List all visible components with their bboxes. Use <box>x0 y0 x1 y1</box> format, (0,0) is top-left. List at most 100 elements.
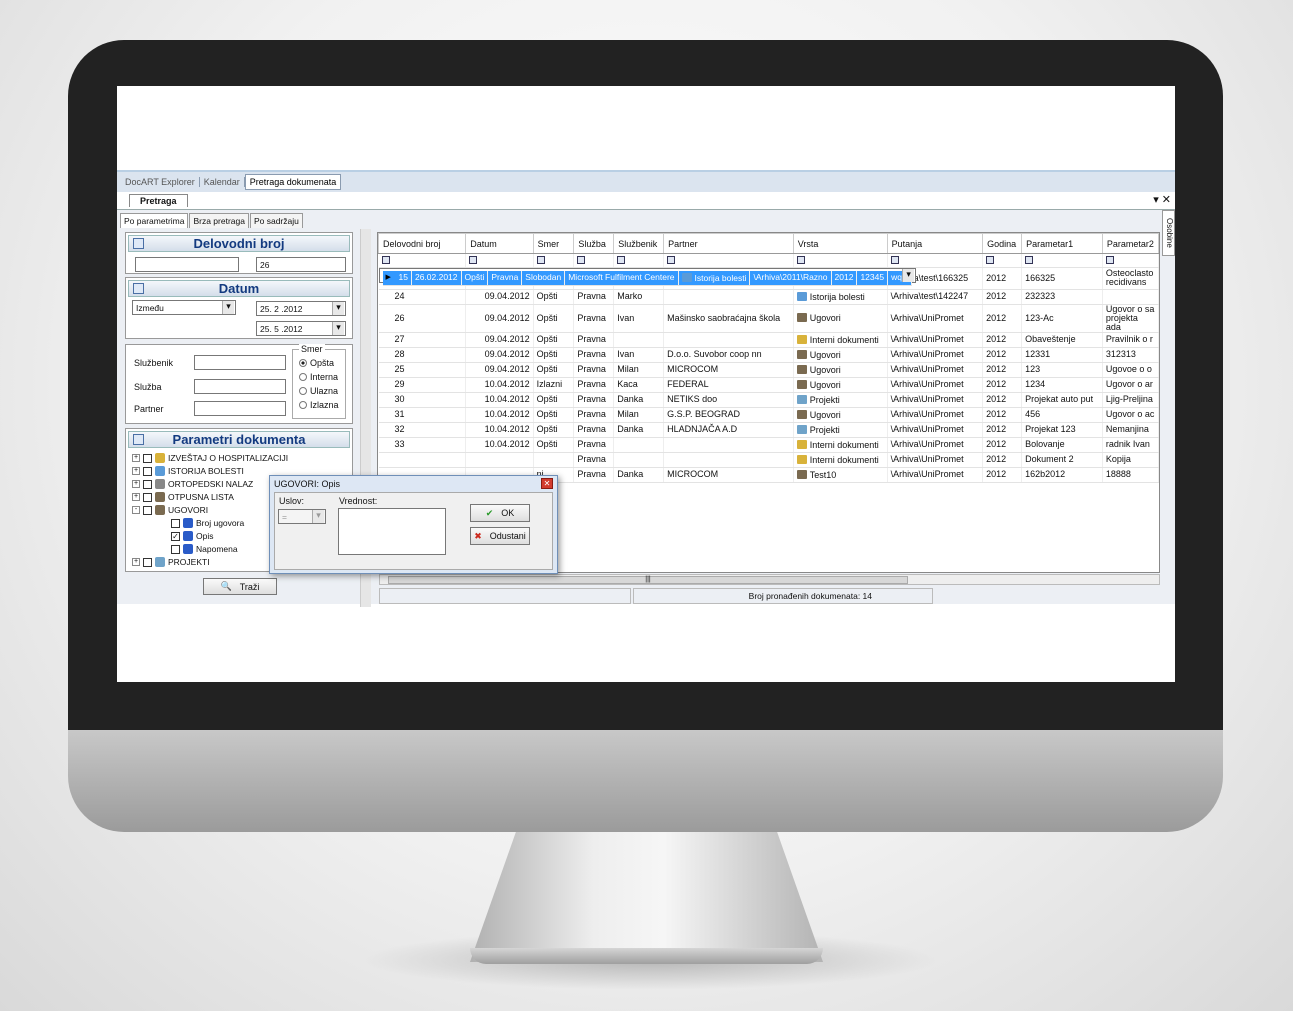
tree-item[interactable]: ✓ Opis <box>160 531 213 541</box>
expand-icon[interactable]: + <box>132 454 140 462</box>
tab-po-sadrzaju[interactable]: Po sadržaju <box>249 213 303 228</box>
tree-item[interactable]: Napomena <box>160 544 238 554</box>
table-row[interactable]: 33 10.04.2012 Opšti Pravna Interni dokumenti… <box>378 437 1159 453</box>
cancel-button[interactable]: ✖ Odustani <box>470 527 530 545</box>
datum-box: Datum Između 25. 2 .2012 25. 5 .2012 <box>125 277 353 339</box>
tree-checkbox[interactable]: ✓ <box>171 531 180 541</box>
pane-close-icon[interactable]: ✕ <box>1162 194 1171 206</box>
filter-icon[interactable] <box>536 255 545 264</box>
partner-input[interactable] <box>194 401 286 416</box>
column-header[interactable]: Parametar2 <box>1101 233 1159 254</box>
document-icon <box>133 238 144 249</box>
tab-pretraga[interactable]: Pretraga <box>129 194 188 207</box>
column-header[interactable]: Datum <box>465 233 534 254</box>
filter-icon[interactable] <box>796 255 805 264</box>
tree-item[interactable]: + IZVEŠTAJ O HOSPITALIZACIJI <box>132 453 288 463</box>
table-row[interactable]: 28 09.04.2012 Opšti Pravna Ivan D.o.o. Suvobo… <box>378 347 1159 363</box>
tree-checkbox[interactable] <box>143 492 152 502</box>
filter-icon[interactable] <box>667 255 676 264</box>
trazi-button[interactable]: 🔍 Traži <box>203 578 277 595</box>
tree-item[interactable]: - UGOVORI <box>132 505 208 515</box>
tab-po-parametrima[interactable]: Po parametrima <box>120 213 189 228</box>
grid-horizontal-scrollbar[interactable]: ||| <box>379 574 1160 585</box>
column-header[interactable]: Službenik <box>613 233 665 254</box>
tree-item[interactable]: Broj ugovora <box>160 518 244 528</box>
collapse-icon[interactable]: - <box>132 506 140 514</box>
tree-checkbox[interactable] <box>143 505 152 515</box>
table-cell: Istorija bolesti <box>793 289 888 305</box>
table-cell: Opšti <box>533 437 575 453</box>
expand-icon[interactable]: + <box>132 480 140 488</box>
expand-icon[interactable]: + <box>132 467 140 475</box>
filter-icon[interactable] <box>617 255 626 264</box>
filter-icon[interactable] <box>1025 255 1034 264</box>
close-icon[interactable]: ✕ <box>541 478 553 489</box>
tree-checkbox[interactable] <box>171 518 180 528</box>
table-cell: Pravna <box>573 437 615 453</box>
sluzbenik-input[interactable] <box>194 355 286 370</box>
smer-option-interna[interactable]: Interna <box>299 372 338 382</box>
tab-brza-pretraga[interactable]: Brza pretraga <box>189 213 249 228</box>
table-row[interactable]: 32 10.04.2012 Opšti Pravna Danka HLADNJAČA A.… <box>378 422 1159 438</box>
column-header[interactable]: Parametar1 <box>1021 233 1103 254</box>
datum-to-select[interactable]: 25. 5 .2012 <box>256 321 346 336</box>
table-cell <box>613 452 665 468</box>
osobine-tab[interactable]: Osobine <box>1162 210 1175 256</box>
column-header[interactable]: Partner <box>663 233 794 254</box>
expand-icon[interactable]: + <box>132 558 140 566</box>
tab-docart-explorer[interactable]: DocART Explorer <box>121 177 200 187</box>
table-row[interactable]: 25 09.04.2012 Opšti Pravna Milan MICROCOM Ugov… <box>378 362 1159 378</box>
tree-checkbox[interactable] <box>143 479 152 489</box>
smer-option-opsta[interactable]: Opšta <box>299 358 334 368</box>
pane-dropdown-icon[interactable]: ▾ <box>1153 194 1159 206</box>
column-header[interactable]: Vrsta <box>792 233 888 254</box>
column-header[interactable]: Putanja <box>886 233 984 254</box>
table-row[interactable]: 27 09.04.2012 Opšti Pravna Interni dokumenti… <box>378 332 1159 348</box>
smer-option-izlazna[interactable]: Izlazna <box>299 400 339 410</box>
table-row[interactable]: 31 10.04.2012 Opšti Pravna Milan G.S.P. BEOGR… <box>378 407 1159 423</box>
table-row[interactable]: 29 10.04.2012 Izlazni Pravna Kaca FEDERAL Ugov… <box>378 377 1159 393</box>
table-row[interactable]: 24 09.04.2012 Opšti Pravna Marko Istorija bol… <box>378 289 1159 305</box>
tab-kalendar[interactable]: Kalendar <box>200 177 245 187</box>
tree-checkbox[interactable] <box>143 557 152 567</box>
vrednost-input[interactable] <box>338 508 446 555</box>
column-header[interactable]: Godina <box>982 233 1023 254</box>
table-cell: 2012 <box>982 332 1023 348</box>
column-header[interactable]: Smer <box>532 233 575 254</box>
tree-item[interactable]: + PROJEKTI <box>132 557 210 567</box>
expand-icon[interactable]: + <box>132 493 140 501</box>
table-row[interactable]: Pravna Interni dokumenti \Arhiva\UniPromet… <box>378 452 1159 468</box>
scroll-thumb[interactable]: ||| <box>388 576 908 584</box>
tree-checkbox[interactable] <box>143 466 152 476</box>
filter-icon[interactable] <box>1105 255 1114 264</box>
ok-button[interactable]: ✔ OK <box>470 504 530 522</box>
tree-checkbox[interactable] <box>171 544 180 554</box>
tree-checkbox[interactable] <box>143 453 152 463</box>
delovodni-to-input[interactable]: 26 <box>256 257 346 272</box>
table-row[interactable]: 26 09.04.2012 Opšti Pravna Ivan Mašinsko saob… <box>378 304 1159 333</box>
table-cell: Opšti <box>533 422 575 438</box>
table-row[interactable]: 15 ▶ 26.02.2012 Opšti Pravna Slobodan Microsof… <box>378 268 917 286</box>
smer-option-ulazna[interactable]: Ulazna <box>299 386 338 396</box>
tree-item[interactable]: + OTPUSNA LISTA <box>132 492 234 502</box>
datum-mode-select[interactable]: Između <box>132 300 236 315</box>
tree-item[interactable]: + ORTOPEDSKI NALAZ <box>132 479 253 489</box>
filter-icon[interactable] <box>890 255 899 264</box>
sluzba-input[interactable] <box>194 379 286 394</box>
datum-from-select[interactable]: 25. 2 .2012 <box>256 301 346 316</box>
filter-icon[interactable] <box>381 255 390 264</box>
table-cell: Opšti <box>533 362 575 378</box>
column-header[interactable]: Delovodni broj <box>378 233 467 254</box>
table-cell: Milan <box>613 362 665 378</box>
tab-pretraga-dokumenata[interactable]: Pretraga dokumenata <box>244 174 342 190</box>
table-cell: 2012 <box>982 362 1023 378</box>
filter-icon[interactable] <box>469 255 478 264</box>
delovodni-from-input[interactable] <box>135 257 239 272</box>
filter-icon[interactable] <box>986 255 995 264</box>
filter-icon[interactable] <box>577 255 586 264</box>
uslov-select[interactable]: = <box>278 509 326 524</box>
tree-item[interactable]: + ISTORIJA BOLESTI <box>132 466 244 476</box>
column-header[interactable]: Služba <box>573 233 615 254</box>
document-type-icon <box>155 505 165 515</box>
table-row[interactable]: 30 10.04.2012 Opšti Pravna Danka NETIKS doo Pr… <box>378 392 1159 408</box>
